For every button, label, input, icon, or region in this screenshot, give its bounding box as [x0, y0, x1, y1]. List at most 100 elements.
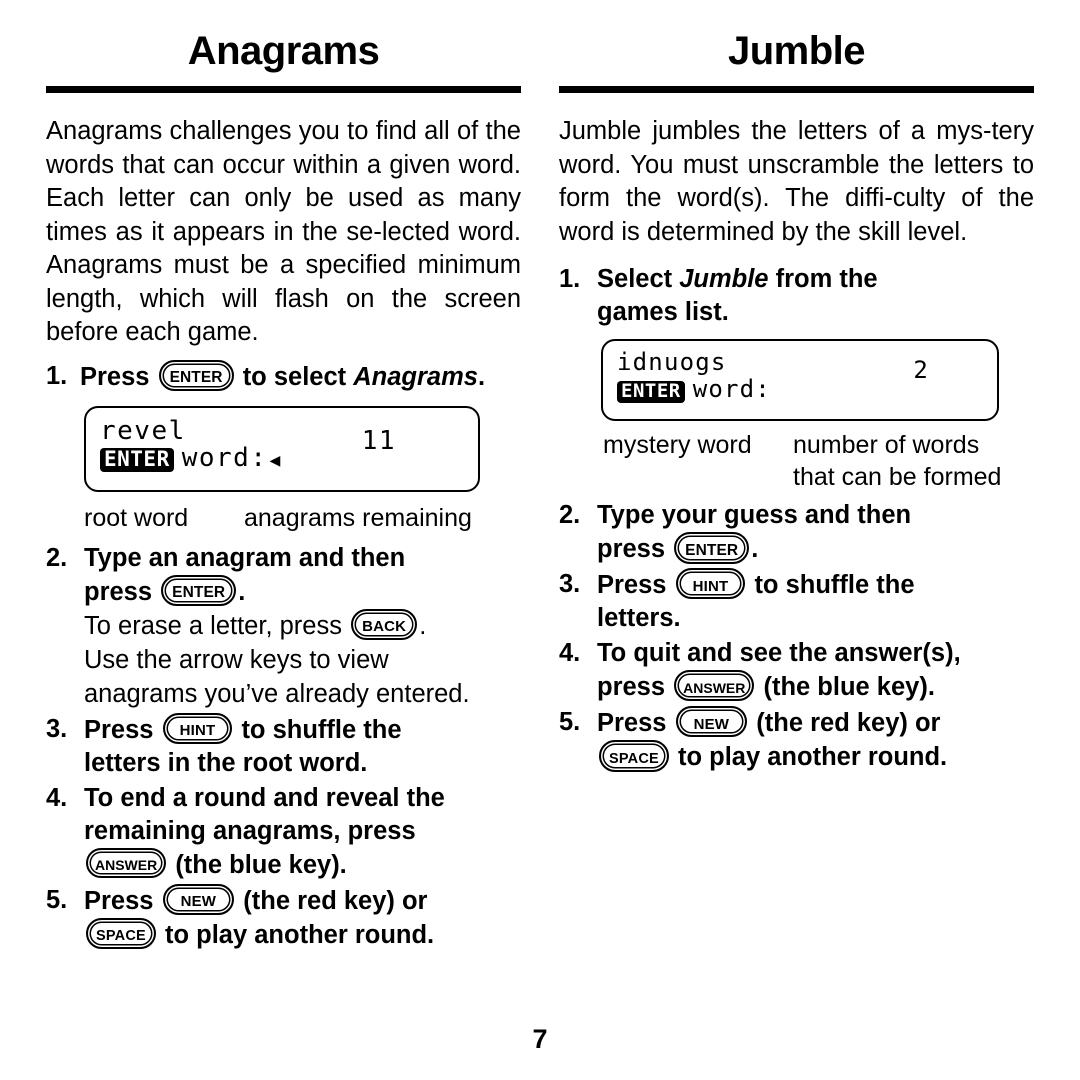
step-item: 5. Press NEW (the red key) or SPACE to pla…: [46, 883, 521, 952]
lcd-line-2: ENTER word:: [617, 376, 983, 403]
page-title-anagrams: Anagrams: [187, 29, 380, 73]
back-key-icon[interactable]: BACK: [351, 608, 418, 640]
step-text: Type your guess and then: [597, 501, 912, 529]
caption-anagrams-remaining: anagrams remaining: [244, 503, 472, 532]
step-text: to play another round.: [670, 743, 948, 771]
step-number: 4.: [46, 783, 68, 812]
step-subtext: To erase a letter, press BACK. Use the ar…: [84, 608, 521, 711]
step-text: To end a round and reveal the: [84, 783, 445, 812]
step-text: Press: [84, 715, 161, 744]
two-column-layout: Anagrams Anagrams challenges you to find…: [46, 30, 1034, 954]
steps-list-anagrams: 1. Press ENTER to select Anagrams. revel …: [46, 359, 521, 952]
subtext-fragment: anagrams you’ve already entered.: [84, 679, 470, 708]
enter-key-label: ENTER: [172, 584, 226, 601]
column-jumble: Jumble Jumble jumbles the letters of a m…: [559, 30, 1034, 954]
step-text: .: [751, 535, 759, 563]
new-key-icon[interactable]: NEW: [162, 883, 235, 915]
step-text: to shuffle the: [234, 715, 402, 744]
new-key-label: NEW: [693, 715, 730, 733]
lcd-line-1: idnuogs 2: [617, 348, 983, 384]
enter-key-icon[interactable]: ENTER: [161, 574, 237, 606]
lcd-captions-anagrams: root word anagrams remaining: [46, 502, 521, 534]
step-number: 2.: [559, 501, 581, 529]
step-item: 4. To quit and see the answer(s), press AN…: [559, 637, 1034, 704]
step-text: to play another round.: [157, 920, 435, 949]
game-name-emphasis: Anagrams: [353, 362, 478, 391]
step-text: to select: [235, 362, 354, 391]
lcd-mystery-word: idnuogs: [617, 348, 727, 376]
lcd-line-2: ENTER word: ◀: [100, 442, 464, 474]
column-anagrams: Anagrams Anagrams challenges you to find…: [46, 30, 521, 954]
lcd-prompt: word:: [181, 442, 268, 473]
step-text: press: [84, 577, 160, 606]
enter-key-icon[interactable]: ENTER: [674, 532, 750, 564]
step-number: 5.: [559, 708, 581, 736]
step-text: remaining anagrams, press: [84, 816, 416, 845]
step-text: Press: [80, 362, 157, 391]
space-key-icon[interactable]: SPACE: [599, 740, 669, 772]
hint-key-icon[interactable]: HINT: [162, 712, 233, 744]
title-rule-left: [46, 86, 521, 93]
step-number: 1.: [559, 265, 581, 293]
step-text: press: [597, 535, 673, 563]
lcd-enter-badge: ENTER: [100, 447, 174, 472]
step-number: 1.: [46, 361, 68, 390]
answer-key-icon[interactable]: ANSWER: [86, 847, 167, 878]
step-text: letters.: [597, 604, 681, 632]
step-item: 2. Type an anagram and then press ENTER. T…: [46, 542, 521, 711]
intro-paragraph-anagrams: Anagrams challenges you to find all of t…: [46, 117, 521, 346]
subtext-fragment: To erase a letter, press: [84, 611, 350, 640]
caption-root-word: root word: [84, 503, 189, 532]
step-text: (the red key) or: [749, 709, 941, 737]
hint-key-label: HINT: [692, 577, 729, 595]
hint-key-label: HINT: [179, 722, 216, 739]
lcd-root-word: revel: [100, 415, 186, 446]
enter-key-label: ENTER: [685, 541, 739, 559]
step-item: 5. Press NEW (the red key) or SPACE to pla…: [559, 706, 1034, 774]
step-item: 4. To end a round and reveal the remaining…: [46, 782, 521, 882]
step-text: To quit and see the answer(s),: [597, 639, 961, 667]
caption-number-of-words: number of words: [793, 431, 980, 459]
steps-list-jumble: 1. Select Jumble from the games list. idnu…: [559, 263, 1034, 774]
space-key-label: SPACE: [609, 750, 659, 767]
step-text: (the blue key).: [168, 850, 347, 879]
step-text: Press: [84, 886, 161, 915]
space-key-label: SPACE: [96, 928, 146, 944]
step-text: Type an anagram and then: [84, 543, 406, 572]
page-title-jumble: Jumble: [727, 29, 866, 73]
answer-key-icon[interactable]: ANSWER: [674, 670, 755, 701]
step-text: from the: [768, 265, 878, 293]
step-number: 5.: [46, 885, 68, 914]
manual-page: Anagrams Anagrams challenges you to find…: [0, 0, 1080, 1080]
hint-key-icon[interactable]: HINT: [675, 568, 746, 599]
space-key-icon[interactable]: SPACE: [86, 917, 156, 949]
step-text: (the blue key).: [756, 673, 935, 701]
answer-key-label: ANSWER: [95, 857, 158, 873]
page-number: 7: [532, 1024, 548, 1054]
lcd-line-1: revel 11: [100, 415, 464, 454]
subtext-fragment: .: [419, 611, 427, 640]
game-name-emphasis: Jumble: [679, 265, 769, 293]
answer-key-label: ANSWER: [683, 679, 746, 696]
step-text: letters in the root word.: [84, 748, 368, 777]
step-text: to shuffle the: [747, 571, 915, 599]
intro-paragraph-jumble: Jumble jumbles the letters of a mys-tery…: [559, 117, 1034, 246]
step-text: Press: [597, 709, 674, 737]
step-number: 4.: [559, 639, 581, 667]
step-item: 1. Select Jumble from the games list.: [559, 263, 1034, 329]
enter-key-label: ENTER: [169, 369, 223, 386]
lcd-screen-jumble: idnuogs 2 ENTER word:: [601, 339, 999, 421]
step-text: Press: [597, 571, 674, 599]
step-number: 3.: [559, 570, 581, 598]
step-item: 2. Type your guess and then press ENTER.: [559, 499, 1034, 566]
new-key-icon[interactable]: NEW: [675, 706, 748, 737]
step-text: .: [238, 577, 246, 606]
caption-mystery-word: mystery word: [603, 431, 752, 459]
lcd-enter-badge: ENTER: [617, 381, 685, 403]
caption-that-can-be-formed: that can be formed: [793, 463, 1002, 491]
enter-key-icon[interactable]: ENTER: [158, 359, 234, 391]
step-item: 3. Press HINT to shuffle the letters.: [559, 568, 1034, 635]
new-key-label: NEW: [180, 893, 217, 910]
step-item: 1. Press ENTER to select Anagrams.: [46, 359, 521, 394]
step-text: press: [597, 673, 673, 701]
